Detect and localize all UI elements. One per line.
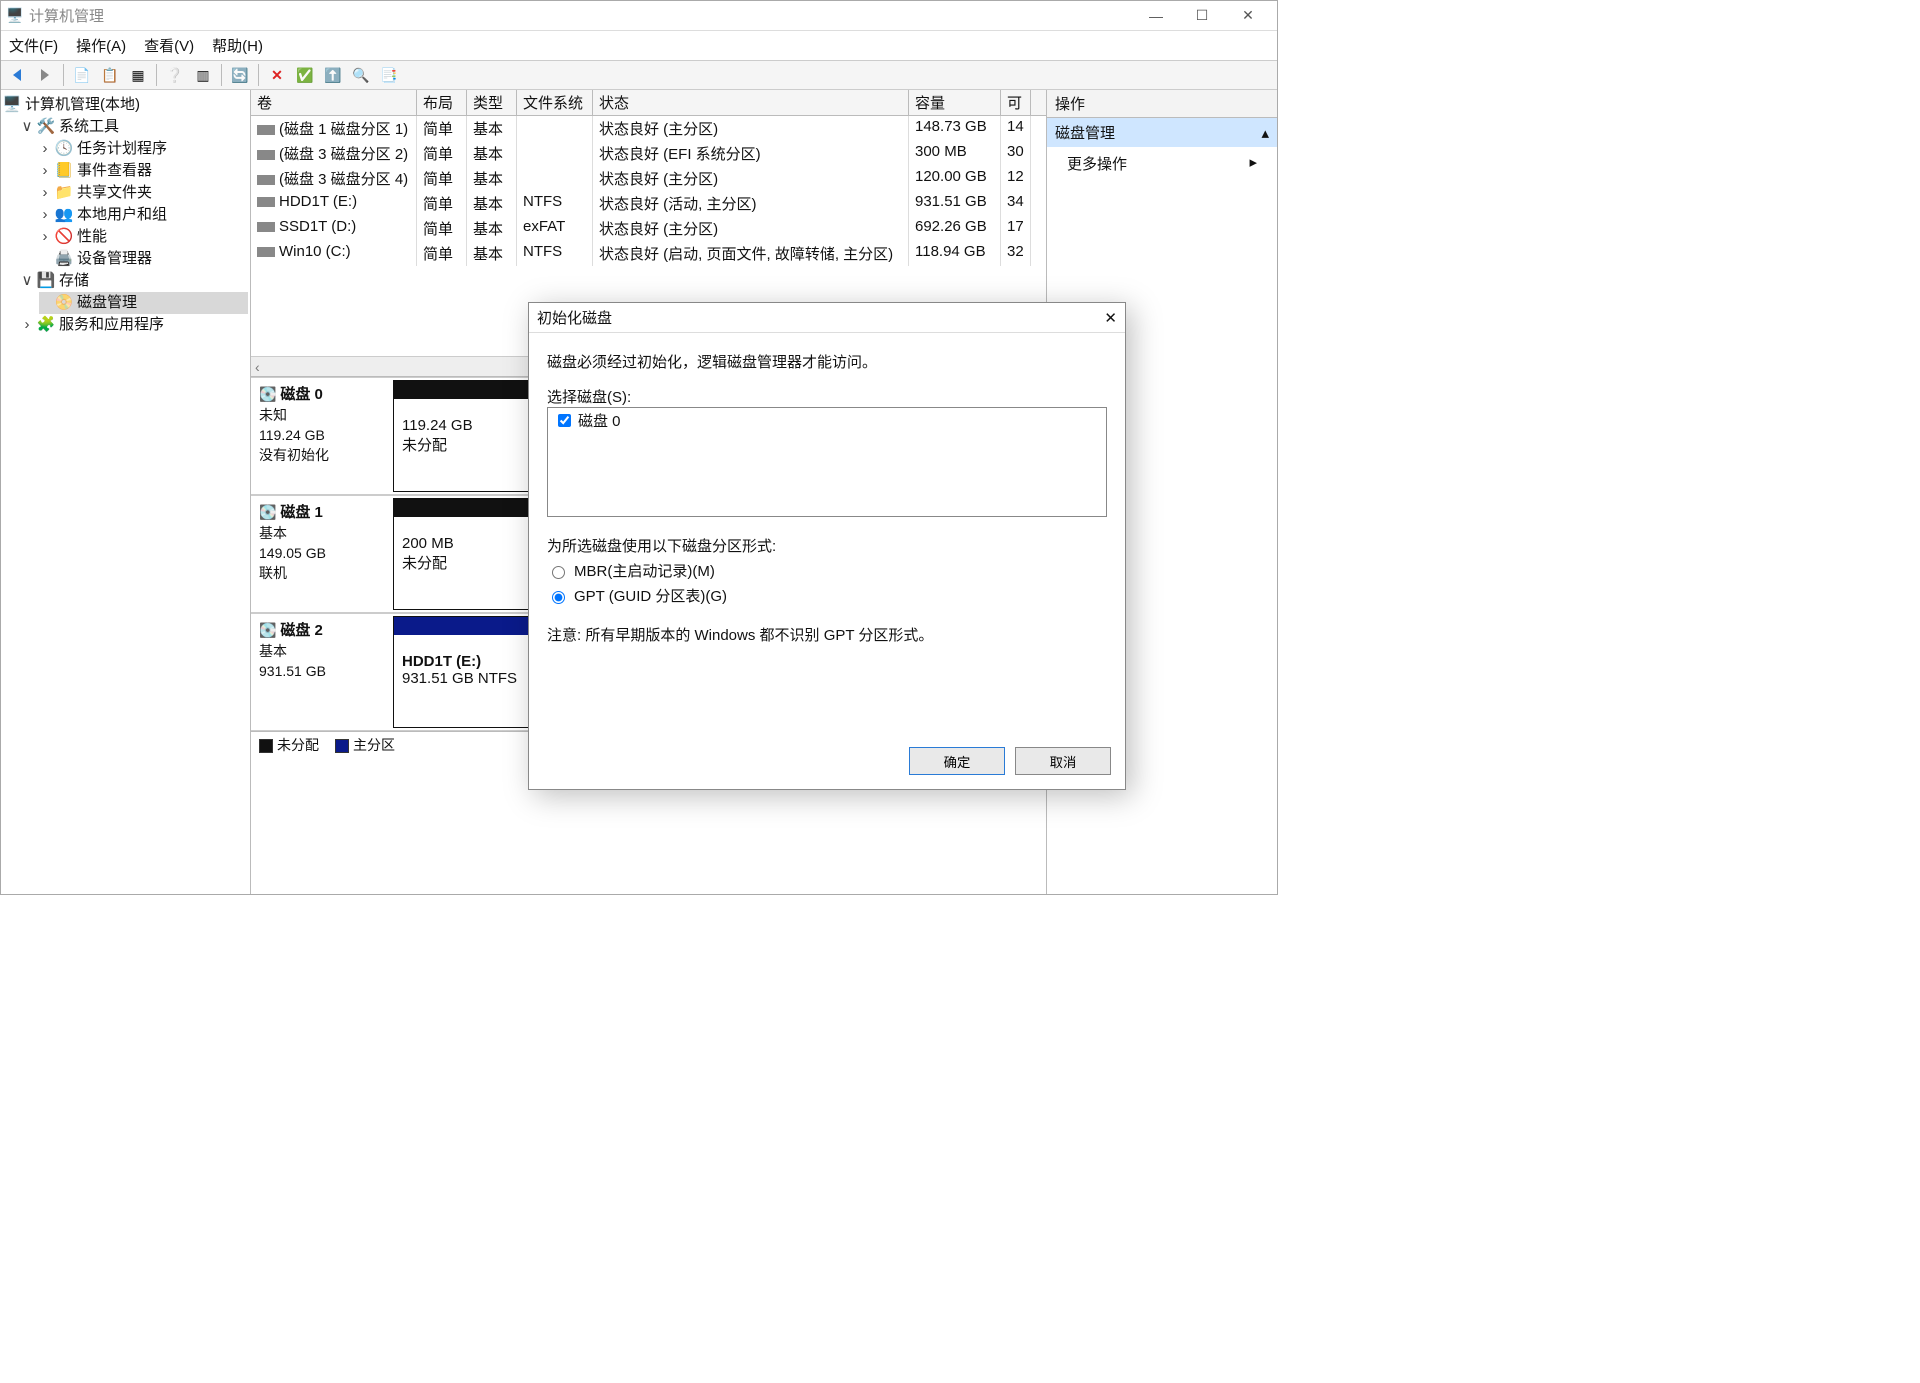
computer-icon: 🖥️ <box>3 94 21 116</box>
disk-select-list[interactable]: 磁盘 0 <box>547 407 1107 517</box>
dialog-note: 注意: 所有早期版本的 Windows 都不识别 GPT 分区形式。 <box>547 624 1107 645</box>
gpt-radio-row[interactable]: GPT (GUID 分区表)(G) <box>547 585 1107 606</box>
partition-style-label: 为所选磁盘使用以下磁盘分区形式: <box>547 535 1107 556</box>
disk-option-0[interactable]: 磁盘 0 <box>548 408 1106 433</box>
pane-icon[interactable]: ▥ <box>191 63 215 87</box>
menu-action[interactable]: 操作(A) <box>76 35 126 56</box>
vol-icon <box>257 222 275 232</box>
table-row[interactable]: (磁盘 3 磁盘分区 4)简单基本状态良好 (主分区)120.00 GB12 <box>251 166 1046 191</box>
chevron-up-icon: ▴ <box>1261 124 1269 142</box>
table-row[interactable]: Win10 (C:)简单基本NTFS状态良好 (启动, 页面文件, 故障转储, … <box>251 241 1046 266</box>
tree-services-apps[interactable]: › 🧩 服务和应用程序 <box>21 314 248 336</box>
dialog-message: 磁盘必须经过初始化，逻辑磁盘管理器才能访问。 <box>547 351 1107 372</box>
delete-icon[interactable]: ✕ <box>265 63 289 87</box>
maximize-button[interactable]: ☐ <box>1179 1 1225 31</box>
up-icon[interactable]: ⬆️ <box>321 63 345 87</box>
disk-icon: 💽 <box>259 622 276 638</box>
grid-icon[interactable]: ▦ <box>126 63 150 87</box>
tree-task-scheduler[interactable]: ›🕓任务计划程序 <box>39 138 248 160</box>
tree-disk-management[interactable]: 📀磁盘管理 <box>39 292 248 314</box>
col-status[interactable]: 状态 <box>593 90 909 115</box>
disk-icon: 💽 <box>259 386 276 402</box>
services-icon: 🧩 <box>37 314 55 336</box>
tree-device-manager[interactable]: 🖨️设备管理器 <box>39 248 248 270</box>
perf-icon: 🚫 <box>55 226 73 248</box>
table-row[interactable]: SSD1T (D:)简单基本exFAT状态良好 (主分区)692.26 GB17 <box>251 216 1046 241</box>
actions-group[interactable]: 磁盘管理 ▴ <box>1047 118 1277 147</box>
vol-icon <box>257 150 275 160</box>
chevron-right-icon: ▸ <box>1249 153 1257 174</box>
settings-icon[interactable]: 📑 <box>377 63 401 87</box>
storage-icon: 💾 <box>37 270 55 292</box>
mbr-radio-row[interactable]: MBR(主启动记录)(M) <box>547 560 1107 581</box>
dialog-title: 初始化磁盘 <box>537 307 1104 328</box>
share-icon: 📁 <box>55 182 73 204</box>
clock-icon: 🕓 <box>55 138 73 160</box>
vol-icon <box>257 197 275 207</box>
disk-info: 💽 磁盘 0未知119.24 GB没有初始化 <box>251 378 391 494</box>
menubar: 文件(F) 操作(A) 查看(V) 帮助(H) <box>1 31 1277 60</box>
col-fs[interactable]: 文件系统 <box>517 90 593 115</box>
users-icon: 👥 <box>55 204 73 226</box>
vol-icon <box>257 175 275 185</box>
gpt-radio[interactable] <box>552 591 565 604</box>
event-icon: 📒 <box>55 160 73 182</box>
col-layout[interactable]: 布局 <box>417 90 467 115</box>
col-type[interactable]: 类型 <box>467 90 517 115</box>
select-disk-label: 选择磁盘(S): <box>547 386 1107 407</box>
search-icon[interactable]: 🔍 <box>349 63 373 87</box>
close-button[interactable]: ✕ <box>1225 1 1271 31</box>
forward-icon[interactable] <box>33 63 57 87</box>
tree-local-users[interactable]: ›👥本地用户和组 <box>39 204 248 226</box>
disk0-checkbox[interactable] <box>558 414 571 427</box>
actions-header: 操作 <box>1047 90 1277 118</box>
legend-unalloc-icon <box>259 739 273 753</box>
new-icon[interactable]: 📄 <box>70 63 94 87</box>
table-row[interactable]: HDD1T (E:)简单基本NTFS状态良好 (活动, 主分区)931.51 G… <box>251 191 1046 216</box>
minimize-button[interactable]: — <box>1133 1 1179 31</box>
table-row[interactable]: (磁盘 3 磁盘分区 2)简单基本状态良好 (EFI 系统分区)300 MB30 <box>251 141 1046 166</box>
tree-shared-folders[interactable]: ›📁共享文件夹 <box>39 182 248 204</box>
list-icon[interactable]: 📋 <box>98 63 122 87</box>
menu-view[interactable]: 查看(V) <box>144 35 194 56</box>
help-icon[interactable]: ❔ <box>163 63 187 87</box>
actions-more[interactable]: 更多操作 ▸ <box>1047 147 1277 180</box>
ok-button[interactable]: 确定 <box>909 747 1005 775</box>
tools-icon: 🛠️ <box>37 116 55 138</box>
app-icon: 🖥️ <box>7 8 23 24</box>
tree-event-viewer[interactable]: ›📒事件查看器 <box>39 160 248 182</box>
col-name[interactable]: 卷 <box>251 90 417 115</box>
cancel-button[interactable]: 取消 <box>1015 747 1111 775</box>
check-icon[interactable]: ✅ <box>293 63 317 87</box>
volumes-header[interactable]: 卷 布局 类型 文件系统 状态 容量 可 <box>251 90 1046 116</box>
disk-info: 💽 磁盘 2基本931.51 GB <box>251 614 391 730</box>
disk-info: 💽 磁盘 1基本149.05 GB联机 <box>251 496 391 612</box>
tree-storage[interactable]: ∨ 💾 存储 <box>21 270 248 292</box>
vol-icon <box>257 125 275 135</box>
disk-icon: 💽 <box>259 504 276 520</box>
vol-icon <box>257 247 275 257</box>
tree-root[interactable]: 🖥️ 计算机管理(本地) <box>3 94 248 116</box>
tree-system-tools[interactable]: ∨ 🛠️ 系统工具 <box>21 116 248 138</box>
menu-help[interactable]: 帮助(H) <box>212 35 263 56</box>
initialize-disk-dialog: 初始化磁盘 ✕ 磁盘必须经过初始化，逻辑磁盘管理器才能访问。 选择磁盘(S): … <box>528 302 1126 790</box>
back-icon[interactable] <box>5 63 29 87</box>
menu-file[interactable]: 文件(F) <box>9 35 58 56</box>
toolbar: 📄 📋 ▦ ❔ ▥ 🔄 ✕ ✅ ⬆️ 🔍 📑 <box>1 60 1277 90</box>
col-free[interactable]: 可 <box>1001 90 1031 115</box>
nav-tree[interactable]: 🖥️ 计算机管理(本地) ∨ 🛠️ 系统工具 ›🕓任务计划程序 ›📒事件查看器 … <box>1 90 251 894</box>
col-capacity[interactable]: 容量 <box>909 90 1001 115</box>
table-row[interactable]: (磁盘 1 磁盘分区 1)简单基本状态良好 (主分区)148.73 GB14 <box>251 116 1046 141</box>
window-title: 计算机管理 <box>29 5 1133 26</box>
close-icon[interactable]: ✕ <box>1104 309 1117 327</box>
titlebar: 🖥️ 计算机管理 — ☐ ✕ <box>1 1 1277 31</box>
tree-performance[interactable]: ›🚫性能 <box>39 226 248 248</box>
refresh-icon[interactable]: 🔄 <box>228 63 252 87</box>
legend-primary-icon <box>335 739 349 753</box>
device-icon: 🖨️ <box>55 248 73 270</box>
disk-icon: 📀 <box>55 292 73 314</box>
mbr-radio[interactable] <box>552 566 565 579</box>
